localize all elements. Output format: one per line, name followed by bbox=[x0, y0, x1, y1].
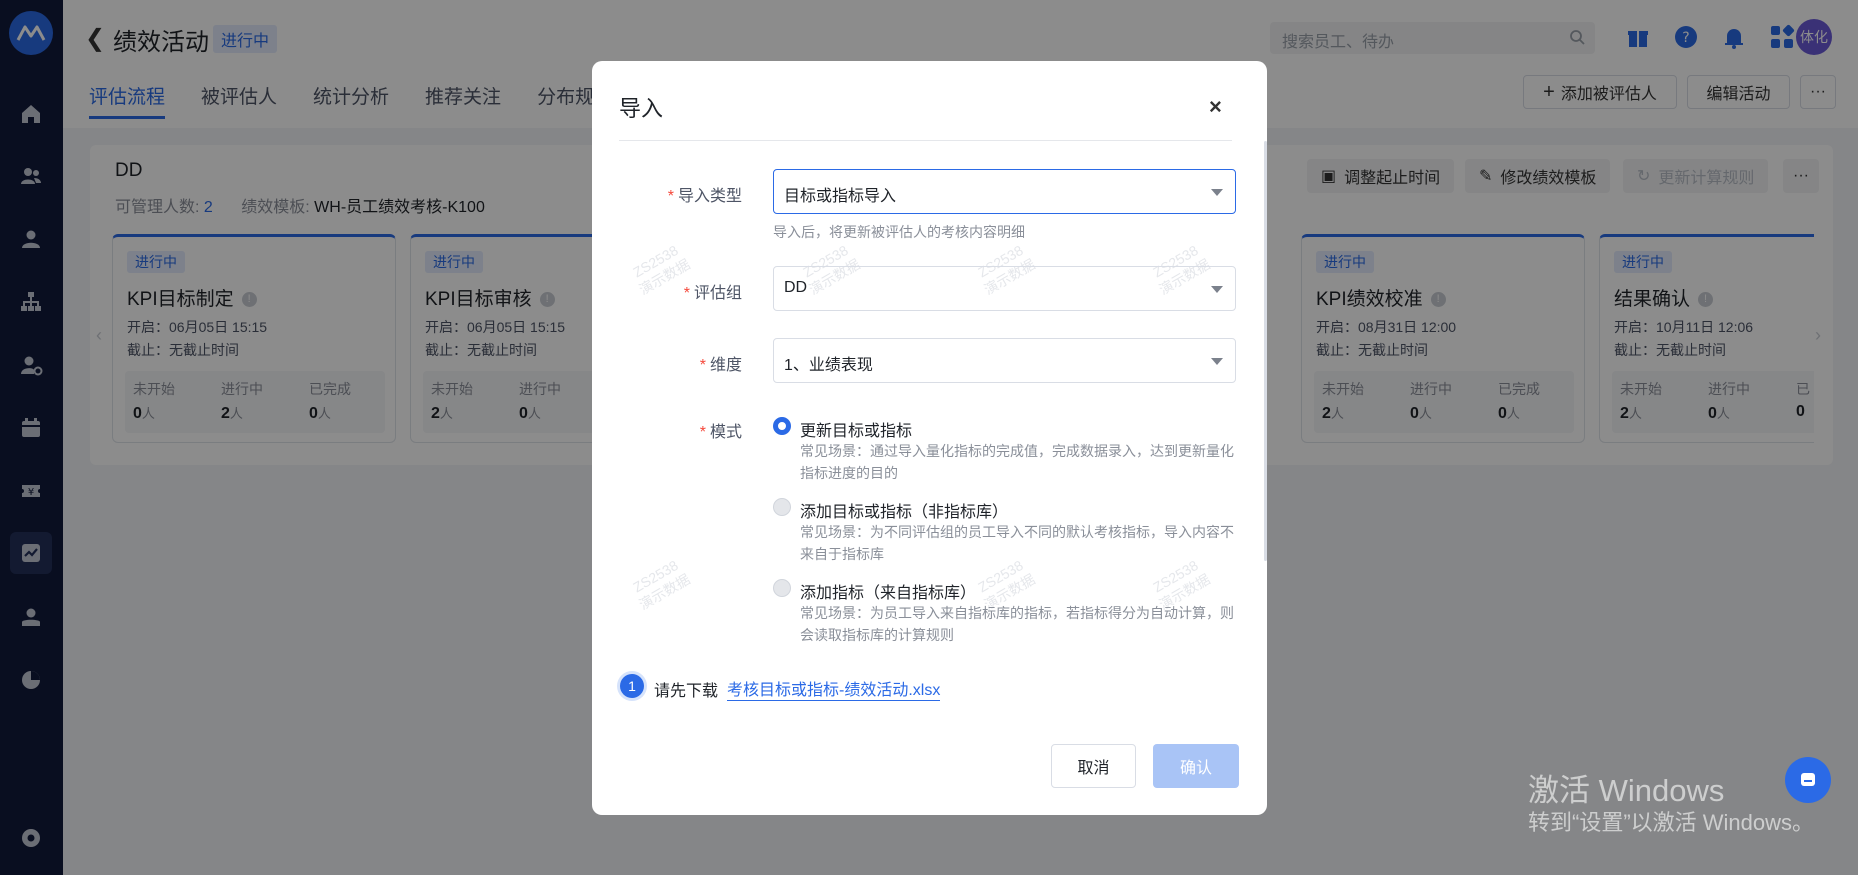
chat-button[interactable] bbox=[1785, 757, 1831, 803]
required-mark: * bbox=[699, 357, 706, 374]
import-type-label: * 导入类型 bbox=[592, 182, 742, 206]
dimension-value: 1、业绩表现 bbox=[784, 357, 873, 374]
mode-radio-update[interactable] bbox=[773, 417, 791, 435]
divider bbox=[619, 140, 1232, 141]
cancel-button[interactable]: 取消 bbox=[1051, 744, 1136, 788]
import-type-select[interactable]: 目标或指标导入 bbox=[773, 169, 1236, 214]
dimension-label: * 维度 bbox=[592, 351, 742, 375]
download-template-link[interactable]: 考核目标或指标-绩效活动.xlsx bbox=[727, 676, 941, 701]
import-type-value: 目标或指标导入 bbox=[784, 188, 897, 205]
required-mark: * bbox=[699, 424, 706, 441]
import-type-hint: 导入后，将更新被评估人的考核内容明细 bbox=[773, 224, 1025, 240]
watermark: ZS2538 演示数据 bbox=[627, 554, 693, 613]
scrollbar[interactable] bbox=[1264, 141, 1267, 561]
dropdown-caret-icon bbox=[1211, 286, 1223, 293]
windows-activation-subtitle: 转到“设置”以激活 Windows。 bbox=[1528, 810, 1815, 835]
windows-activation-title: 激活 Windows bbox=[1528, 773, 1725, 808]
step-number-badge: 1 bbox=[620, 674, 644, 698]
dropdown-caret-icon bbox=[1211, 189, 1223, 196]
mode-option-desc: 常见场景：为员工导入来自指标库的指标，若指标得分为自动计算，则会读取指标库的计算… bbox=[800, 605, 1234, 643]
import-dialog: ZS2538 演示数据 ZS2538 演示数据 ZS2538 演示数据 ZS2538 演… bbox=[592, 61, 1267, 815]
close-icon[interactable]: × bbox=[1209, 94, 1222, 120]
step-text: 请先下载 bbox=[654, 683, 719, 700]
mode-radio-add-custom[interactable] bbox=[773, 498, 791, 516]
confirm-button[interactable]: 确认 bbox=[1153, 744, 1239, 788]
mode-label-text: 模式 bbox=[709, 424, 742, 441]
chat-icon bbox=[1801, 773, 1815, 786]
dialog-title: 导入 bbox=[619, 96, 664, 121]
dropdown-caret-icon bbox=[1211, 358, 1223, 365]
mode-radio-add-library[interactable] bbox=[773, 579, 791, 597]
mode-option-label[interactable]: 更新目标或指标 bbox=[800, 417, 912, 441]
required-mark: * bbox=[683, 285, 690, 302]
mode-option-label[interactable]: 添加指标（来自指标库） bbox=[800, 579, 976, 603]
mode-option-desc: 常见场景：为不同评估组的员工导入不同的默认考核指标，导入内容不来自于指标库 bbox=[800, 524, 1234, 562]
group-label: * 评估组 bbox=[592, 279, 742, 303]
dimension-label-text: 维度 bbox=[709, 357, 742, 374]
required-mark: * bbox=[667, 188, 674, 205]
mode-label: * 模式 bbox=[592, 418, 742, 442]
group-select[interactable]: DD bbox=[773, 266, 1236, 311]
import-type-label-text: 导入类型 bbox=[677, 188, 742, 205]
dimension-select[interactable]: 1、业绩表现 bbox=[773, 338, 1236, 383]
group-label-text: 评估组 bbox=[693, 285, 742, 302]
mode-option-label[interactable]: 添加目标或指标（非指标库） bbox=[800, 498, 1008, 522]
group-value: DD bbox=[784, 279, 808, 296]
mode-option-desc: 常见场景：通过导入量化指标的完成值，完成数据录入，达到更新量化指标进度的目的 bbox=[800, 443, 1234, 481]
